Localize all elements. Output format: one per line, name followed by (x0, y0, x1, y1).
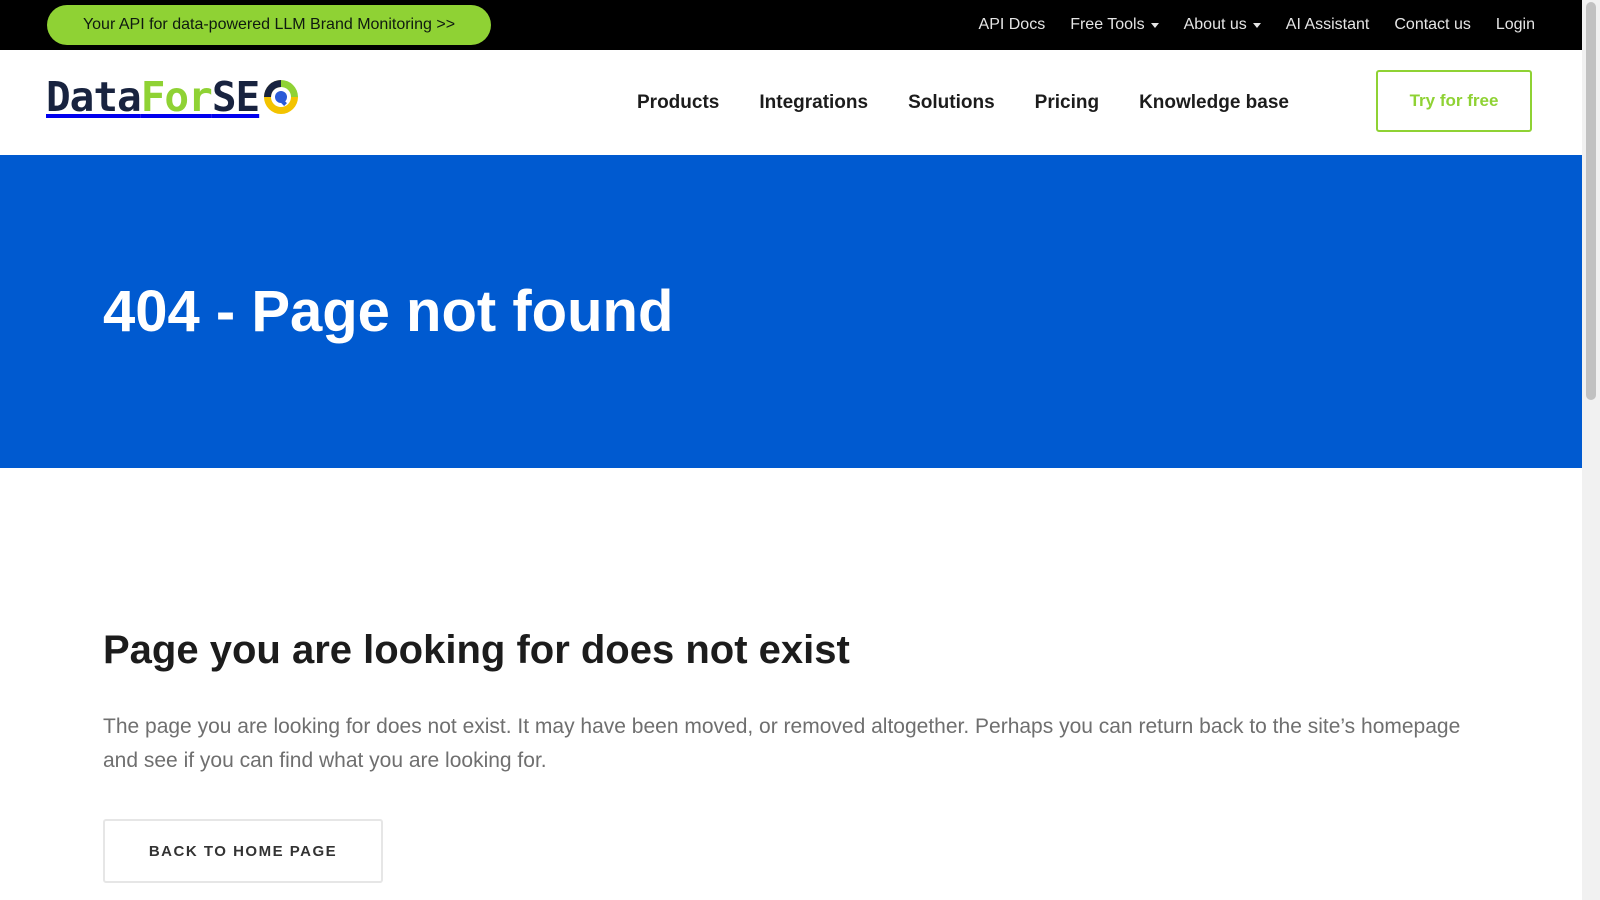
logo-text-se: SE (211, 73, 260, 121)
content-heading: Page you are looking for does not exist (103, 628, 850, 672)
content-body: The page you are looking for does not ex… (103, 715, 1461, 772)
nav-pricing[interactable]: Pricing (1035, 92, 1099, 114)
main-content: Page you are looking for does not exist … (103, 620, 1483, 883)
try-for-free-button[interactable]: Try for free (1376, 70, 1532, 132)
top-link-free-tools[interactable]: Free Tools (1070, 16, 1159, 34)
nav-products[interactable]: Products (637, 92, 719, 114)
top-link-label: API Docs (978, 16, 1046, 33)
scrollbar-thumb[interactable] (1586, 2, 1596, 400)
vertical-scrollbar[interactable] (1582, 0, 1600, 900)
logo-text-for: For (140, 73, 213, 121)
top-link-label: About us (1183, 16, 1247, 33)
magnifier-q-icon (264, 80, 299, 114)
main-header: Data For SE Products Integrations Solution… (0, 50, 1582, 155)
top-link-login[interactable]: Login (1496, 16, 1535, 34)
nav-solutions[interactable]: Solutions (908, 92, 995, 114)
hero-banner: 404 - Page not found (0, 155, 1582, 468)
top-link-api-docs[interactable]: API Docs (979, 16, 1046, 34)
caret-down-icon (1150, 22, 1159, 28)
nav-integrations[interactable]: Integrations (759, 92, 868, 114)
nav-knowledge-base[interactable]: Knowledge base (1139, 92, 1289, 114)
top-link-label: AI Assistant (1285, 16, 1370, 33)
top-link-label: Contact us (1394, 16, 1471, 33)
page: Your API for data-powered LLM Brand Moni… (0, 0, 1582, 900)
top-nav: API Docs Free Tools About us AI Assistan… (979, 0, 1535, 50)
top-link-label: Login (1495, 16, 1535, 33)
top-link-ai-assistant[interactable]: AI Assistant (1286, 16, 1370, 34)
promo-banner-link[interactable]: Your API for data-powered LLM Brand Moni… (47, 5, 491, 45)
top-bar: Your API for data-powered LLM Brand Moni… (0, 0, 1582, 50)
top-link-contact-us[interactable]: Contact us (1394, 16, 1470, 34)
main-nav: Products Integrations Solutions Pricing … (637, 50, 1289, 155)
top-link-about-us[interactable]: About us (1184, 16, 1261, 34)
logo-text-data: Data (46, 73, 142, 121)
caret-down-icon (1252, 22, 1261, 28)
page-title: 404 - Page not found (103, 279, 674, 344)
back-to-home-button[interactable]: BACK TO HOME PAGE (103, 819, 383, 883)
site-logo[interactable]: Data For SE (46, 72, 301, 122)
top-link-label: Free Tools (1070, 16, 1145, 33)
